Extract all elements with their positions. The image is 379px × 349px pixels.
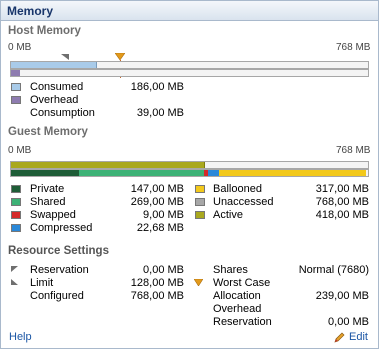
memory-panel: Memory Host Memory 0 MB 768 MB Consumed … (0, 0, 379, 349)
overhead-reservation-value: 0,00 MB (328, 316, 369, 328)
guest-active-bar (10, 161, 369, 169)
unaccessed-label: Unaccessed (213, 196, 274, 208)
guest-ballooned-segment (219, 170, 366, 176)
private-swatch (11, 185, 21, 193)
swapped-label: Swapped (30, 209, 76, 221)
allocation-label: Allocation (213, 290, 261, 302)
overhead-reservation-label: Reservation (213, 316, 272, 328)
private-label: Private (30, 183, 65, 195)
overhead-swatch (11, 96, 21, 104)
shared-value: 269,00 MB (130, 196, 184, 208)
ballooned-label: Ballooned (213, 183, 262, 195)
guest-compressed-segment (208, 170, 219, 176)
active-swatch (195, 211, 205, 219)
overhead-label: Overhead (30, 94, 79, 106)
consumed-swatch (11, 83, 21, 91)
overhead-consumption-value: 39,00 MB (136, 107, 184, 119)
shared-label: Shared (30, 196, 66, 208)
limit-label: Limit (30, 277, 54, 289)
guest-breakdown-bar (10, 169, 369, 177)
compressed-value: 22,68 MB (136, 222, 184, 234)
shares-value: Normal (7680) (298, 264, 369, 276)
compressed-swatch (11, 224, 21, 232)
guest-private-segment (11, 170, 79, 176)
host-consumed-bar (10, 61, 369, 69)
configured-value: 768,00 MB (130, 290, 184, 302)
overhead-setting-label: Overhead (213, 303, 262, 315)
guest-memory-title: Guest Memory (8, 126, 88, 138)
guest-axis-min: 0 MB (8, 145, 32, 156)
edit-link[interactable]: Edit (349, 331, 368, 343)
resource-settings-title: Resource Settings (8, 245, 109, 257)
host-memory-title: Host Memory (8, 25, 81, 37)
consumed-label: Consumed (30, 81, 84, 93)
reservation-marker-icon (11, 266, 18, 272)
unaccessed-value: 768,00 MB (315, 196, 369, 208)
configured-label: Configured (30, 290, 84, 302)
limit-value: 128,00 MB (130, 277, 184, 289)
host-overhead-bar (10, 69, 369, 77)
active-value: 418,00 MB (315, 209, 369, 221)
consumed-value: 186,00 MB (130, 81, 184, 93)
private-value: 147,00 MB (130, 183, 184, 195)
panel-title: Memory (7, 4, 54, 18)
shares-label: Shares (213, 264, 248, 276)
guest-active-segment (11, 162, 205, 168)
worst-case-label: Worst Case (213, 277, 271, 289)
limit-marker-icon (11, 279, 18, 285)
host-axis-max: 768 MB (336, 42, 371, 53)
active-label: Active (213, 209, 243, 221)
swapped-swatch (11, 211, 21, 219)
edit-pencil-icon[interactable] (333, 332, 345, 344)
ballooned-value: 317,00 MB (315, 183, 369, 195)
host-consumed-segment (11, 62, 97, 68)
host-reservation-marker-icon (61, 54, 69, 60)
guest-shared-segment (79, 170, 204, 176)
unaccessed-swatch (195, 198, 205, 206)
host-overhead-segment (11, 70, 20, 76)
allocation-value: 239,00 MB (315, 290, 369, 302)
reservation-label: Reservation (30, 264, 89, 276)
reservation-value: 0,00 MB (143, 264, 184, 276)
ballooned-swatch (195, 185, 205, 193)
shared-swatch (11, 198, 21, 206)
panel-titlebar: Memory (1, 1, 378, 21)
host-axis-min: 0 MB (8, 42, 32, 53)
help-link[interactable]: Help (9, 331, 32, 343)
compressed-label: Compressed (30, 222, 93, 234)
worst-case-marker-icon (194, 279, 203, 286)
swapped-value: 9,00 MB (143, 209, 184, 221)
guest-axis-max: 768 MB (336, 145, 371, 156)
consumption-label: Consumption (30, 107, 95, 119)
